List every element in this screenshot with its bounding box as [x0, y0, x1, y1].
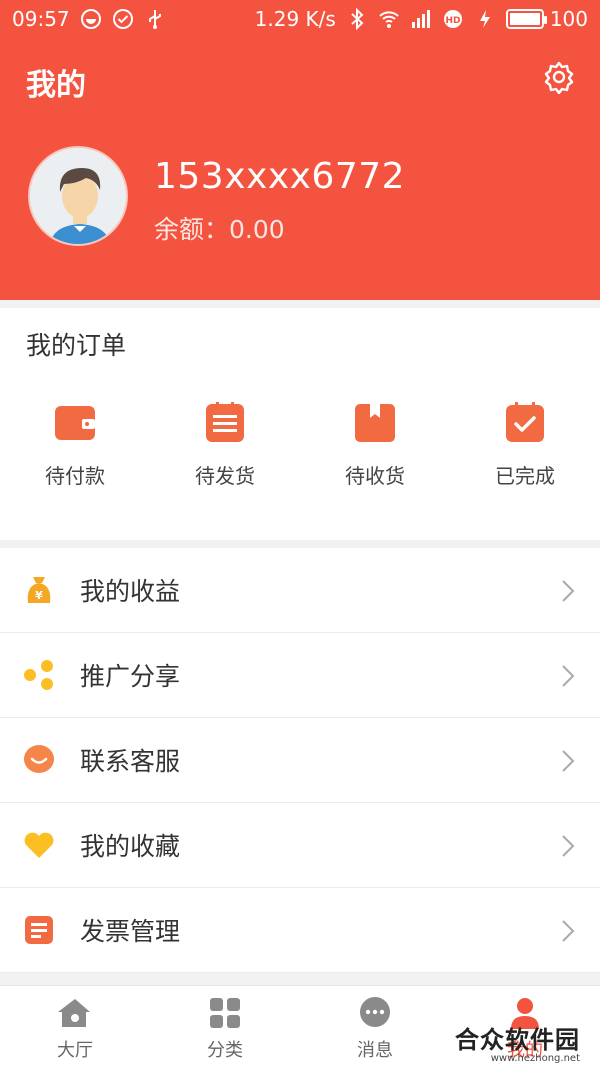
order-pending-receipt[interactable]: 待收货 — [300, 400, 450, 489]
avatar[interactable] — [28, 146, 128, 246]
chevron-right-icon — [562, 835, 575, 857]
chevron-right-icon — [562, 920, 575, 942]
battery-icon — [505, 9, 547, 29]
order-pending-shipment[interactable]: 待发货 — [150, 400, 300, 489]
menu-label: 发票管理 — [80, 917, 181, 946]
hd-icon: HD — [442, 8, 464, 30]
profile-header: 我的 153xxxx6772 余额：0.00 — [0, 38, 600, 300]
user-phone: 153xxxx6772 — [154, 156, 406, 197]
menu-label: 我的收藏 — [80, 832, 181, 861]
home-icon — [58, 999, 90, 1027]
menu-list: ¥ 我的收益 推广分享 联系客服 我的收藏 发票管理 — [0, 548, 600, 973]
check-icon — [506, 402, 544, 442]
list-icon — [206, 402, 244, 442]
tab-messages[interactable]: 消息 — [300, 986, 450, 1067]
menu-item-invoice[interactable]: 发票管理 — [0, 888, 600, 973]
orders-title: 我的订单 — [26, 331, 127, 360]
order-label: 已完成 — [495, 464, 555, 488]
tab-hall[interactable]: 大厅 — [0, 986, 150, 1067]
app-notification-icon — [80, 8, 102, 30]
share-icon — [22, 658, 56, 692]
tab-label: 大厅 — [57, 1040, 93, 1061]
usb-icon — [144, 8, 166, 30]
menu-label: 推广分享 — [80, 662, 181, 691]
grid-icon — [210, 998, 240, 1028]
money-bag-icon: ¥ — [22, 573, 56, 607]
watermark: 合众软件园 www.hezhong.net — [455, 1020, 580, 1064]
order-label: 待付款 — [45, 464, 105, 488]
avatar-person-icon — [30, 148, 126, 244]
network-speed: 1.29 K/s — [254, 7, 336, 31]
wallet-icon — [55, 406, 95, 440]
page-title: 我的 — [26, 68, 86, 103]
order-pending-payment[interactable]: 待付款 — [0, 400, 150, 489]
menu-item-share[interactable]: 推广分享 — [0, 633, 600, 718]
heart-icon — [22, 828, 56, 862]
chat-bubble-icon — [22, 743, 56, 777]
invoice-icon — [22, 913, 56, 947]
menu-label: 我的收益 — [80, 577, 181, 606]
tab-label: 分类 — [207, 1040, 243, 1061]
menu-item-customer-service[interactable]: 联系客服 — [0, 718, 600, 803]
watermark-text: 合众软件园 — [455, 1026, 580, 1054]
chevron-right-icon — [562, 580, 575, 602]
order-label: 待收货 — [345, 464, 405, 488]
chevron-right-icon — [562, 665, 575, 687]
user-balance: 余额：0.00 — [154, 215, 285, 244]
order-label: 待发货 — [195, 464, 255, 488]
chevron-right-icon — [562, 750, 575, 772]
menu-item-earnings[interactable]: ¥ 我的收益 — [0, 548, 600, 633]
menu-label: 联系客服 — [80, 747, 181, 776]
menu-item-favorites[interactable]: 我的收藏 — [0, 803, 600, 888]
battery-indicator: 100 — [505, 7, 588, 31]
wifi-icon — [378, 8, 400, 30]
message-icon — [360, 997, 390, 1027]
tab-category[interactable]: 分类 — [150, 986, 300, 1067]
signal-icon — [410, 8, 432, 30]
tab-label: 消息 — [357, 1040, 393, 1061]
orders-section: 我的订单 待付款 待发货 待收货 已完成 — [0, 308, 600, 540]
status-bar: 09:57 1.29 K/s HD 100 — [0, 0, 600, 38]
svg-text:¥: ¥ — [35, 589, 43, 602]
battery-level: 100 — [549, 7, 588, 31]
svg-text:HD: HD — [445, 16, 460, 26]
order-completed[interactable]: 已完成 — [450, 400, 600, 489]
battery-fill — [509, 13, 540, 25]
check-circle-icon — [112, 8, 134, 30]
charging-icon — [474, 8, 496, 30]
status-time: 09:57 — [12, 7, 70, 31]
bluetooth-icon — [346, 8, 368, 30]
settings-gear-icon[interactable] — [542, 60, 576, 94]
package-icon — [355, 404, 395, 442]
